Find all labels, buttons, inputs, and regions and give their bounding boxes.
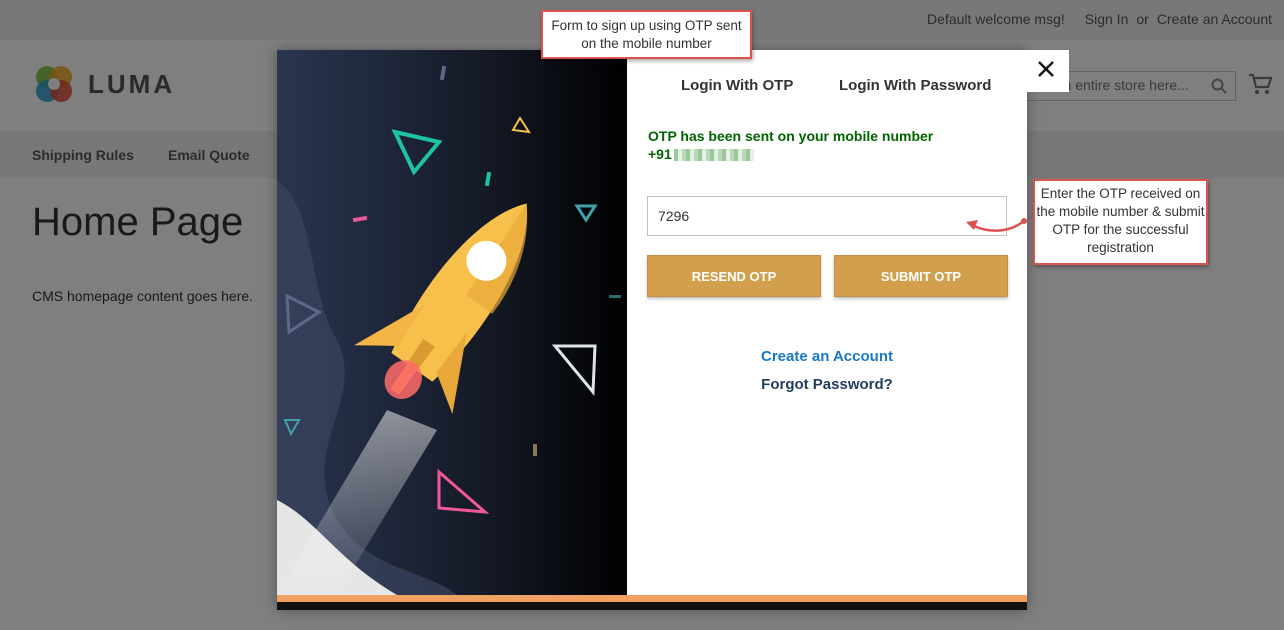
create-account-link[interactable]: Create an Account: [627, 348, 1027, 365]
masked-phone-digits: [673, 149, 754, 162]
tab-login-with-password[interactable]: Login With Password: [839, 77, 991, 94]
rocket-illustration: [277, 50, 627, 595]
phone-prefix: +91: [648, 146, 672, 162]
callout-signup-form: Form to sign up using OTP sent on the mo…: [541, 10, 752, 59]
tab-login-with-otp[interactable]: Login With OTP: [681, 77, 793, 94]
close-tab: [1027, 50, 1069, 92]
close-icon[interactable]: [1037, 60, 1055, 78]
callout-enter-otp: Enter the OTP received on the mobile num…: [1033, 179, 1208, 265]
phone-number: +91: [648, 145, 1008, 163]
modal-footer-bar: [277, 602, 1027, 610]
callout-arrow-icon: [966, 218, 1027, 232]
otp-input[interactable]: [647, 196, 1007, 236]
modal-footer-stripe: [277, 595, 1027, 602]
resend-otp-button[interactable]: RESEND OTP: [647, 255, 821, 297]
forgot-password-link[interactable]: Forgot Password?: [627, 376, 1027, 393]
otp-login-modal: Login With OTP Login With Password OTP h…: [277, 50, 1069, 610]
submit-otp-button[interactable]: SUBMIT OTP: [834, 255, 1008, 297]
otp-message-text: OTP has been sent on your mobile number: [648, 128, 934, 144]
otp-sent-message: OTP has been sent on your mobile number …: [648, 127, 1008, 163]
